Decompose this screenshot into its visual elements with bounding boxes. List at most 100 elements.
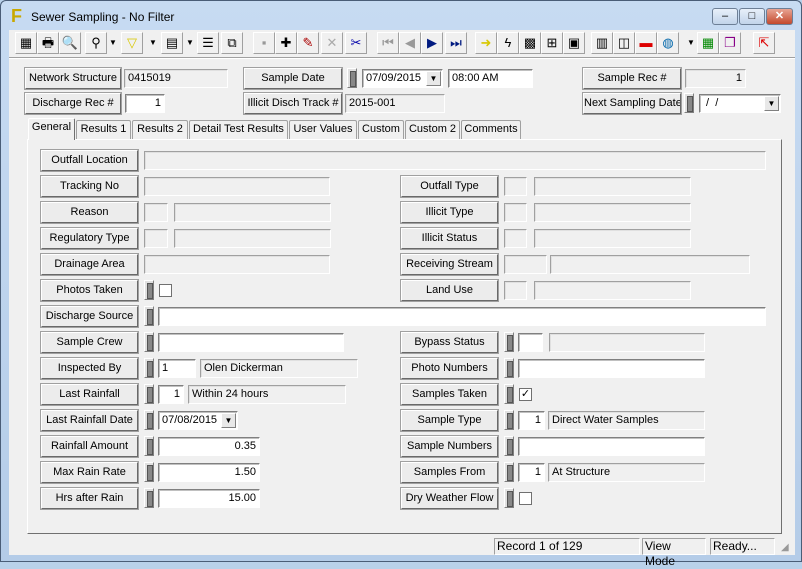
inspected-by-indicator[interactable] <box>144 358 154 378</box>
samples-from-code-field[interactable]: 1 <box>518 463 545 482</box>
tab-comments[interactable]: Comments <box>461 120 521 139</box>
last-rainfall-indicator[interactable] <box>144 384 154 404</box>
land-use-button[interactable]: Land Use <box>400 279 499 302</box>
rainfall-amount-indicator[interactable] <box>144 436 154 456</box>
toolbox-icon[interactable]: ▬ <box>635 32 657 54</box>
illicit-disch-track-button[interactable]: Illicit Disch Track # <box>243 92 343 115</box>
report-icon[interactable]: ▤ <box>161 32 183 54</box>
photos-taken-indicator[interactable] <box>144 280 154 300</box>
previous-record-icon[interactable]: ◀ <box>399 32 421 54</box>
maximize-button[interactable]: □ <box>739 8 765 25</box>
hrs-after-rain-value-field[interactable]: 15.00 <box>158 489 260 508</box>
dry-weather-flow-checkbox[interactable] <box>519 492 532 505</box>
resize-grip-icon[interactable]: ◢ <box>781 542 789 553</box>
goto-icon[interactable]: ➜ <box>475 32 497 54</box>
discharge-source-indicator[interactable] <box>144 306 154 326</box>
export-icon[interactable]: ⧉ <box>221 32 243 54</box>
chevron-down-icon[interactable]: ▼ <box>107 32 119 54</box>
photo-numbers-button[interactable]: Photo Numbers <box>400 357 499 380</box>
hrs-after-rain-button[interactable]: Hrs after Rain <box>40 487 139 510</box>
sample-crew-button[interactable]: Sample Crew <box>40 331 139 354</box>
properties-icon[interactable]: ☰ <box>197 32 219 54</box>
structure-icon[interactable]: ◫ <box>613 32 635 54</box>
rainfall-amount-button[interactable]: Rainfall Amount <box>40 435 139 458</box>
receiving-stream-button[interactable]: Receiving Stream <box>400 253 499 276</box>
illicit-status-button[interactable]: Illicit Status <box>400 227 499 250</box>
tab-detail-test-results[interactable]: Detail Test Results <box>189 120 288 139</box>
filter-icon[interactable]: ▽ <box>121 32 143 54</box>
close-button[interactable]: ✕ <box>766 8 793 25</box>
edit-icon[interactable]: ✎ <box>297 32 319 54</box>
help-book-icon[interactable]: ❐ <box>719 32 741 54</box>
last-rainfall-date-button[interactable]: Last Rainfall Date <box>40 409 139 432</box>
delete-icon[interactable]: ✕ <box>321 32 343 54</box>
photos-taken-checkbox[interactable] <box>159 284 172 297</box>
regulatory-type-button[interactable]: Regulatory Type <box>40 227 139 250</box>
next-record-icon[interactable]: ▶ <box>421 32 443 54</box>
sample-date-dropdown[interactable]: 07/09/2015 ▼ <box>362 69 443 88</box>
samples-from-indicator[interactable] <box>504 462 514 482</box>
tab-custom[interactable]: Custom <box>358 120 404 139</box>
network-structure-button[interactable]: Network Structure <box>24 67 122 90</box>
sample-numbers-button[interactable]: Sample Numbers <box>400 435 499 458</box>
photo-numbers-indicator[interactable] <box>504 358 514 378</box>
tab-results-2[interactable]: Results 2 <box>132 120 188 139</box>
tracking-no-button[interactable]: Tracking No <box>40 175 139 198</box>
cut-icon[interactable]: ✂ <box>345 32 367 54</box>
preview-icon[interactable]: 🔍 <box>59 32 81 54</box>
calculator-icon[interactable]: ▥ <box>591 32 613 54</box>
add-record-icon[interactable]: ✚ <box>275 32 297 54</box>
lightning-icon[interactable]: ϟ <box>497 32 519 54</box>
chevron-down-icon[interactable]: ▼ <box>184 32 196 54</box>
sample-rec-button[interactable]: Sample Rec # <box>582 67 682 90</box>
tab-user-values[interactable]: User Values <box>289 120 357 139</box>
samples-taken-checkbox[interactable]: ✓ <box>519 388 532 401</box>
sample-date-button[interactable]: Sample Date <box>243 67 343 90</box>
sample-crew-value-field[interactable] <box>158 333 344 352</box>
discharge-source-value-field[interactable] <box>158 307 766 326</box>
first-record-icon[interactable]: ⏮ <box>377 32 399 54</box>
last-rainfall-date-dropdown[interactable]: 07/08/2015 ▼ <box>158 411 238 430</box>
bypass-status-indicator[interactable] <box>504 332 514 352</box>
rainfall-amount-value-field[interactable]: 0.35 <box>158 437 260 456</box>
grid-icon[interactable]: ▦ <box>15 32 37 54</box>
tab-custom-2[interactable]: Custom 2 <box>405 120 460 139</box>
reason-button[interactable]: Reason <box>40 201 139 224</box>
dry-weather-flow-indicator[interactable] <box>504 488 514 508</box>
save-icon[interactable]: ▪ <box>253 32 275 54</box>
discharge-rec-button[interactable]: Discharge Rec # <box>24 92 122 115</box>
next-sampling-indicator[interactable] <box>684 93 694 113</box>
illicit-type-button[interactable]: Illicit Type <box>400 201 499 224</box>
discharge-rec-field[interactable]: 1 <box>125 94 165 113</box>
chevron-down-icon[interactable]: ▼ <box>147 32 159 54</box>
sample-time-field[interactable]: 08:00 AM <box>448 69 533 88</box>
network-icon[interactable]: ⊞ <box>541 32 563 54</box>
globe-icon[interactable]: ◍ <box>657 32 679 54</box>
drainage-area-button[interactable]: Drainage Area <box>40 253 139 276</box>
samples-from-button[interactable]: Samples From <box>400 461 499 484</box>
binoculars-icon[interactable]: ⚲ <box>85 32 107 54</box>
sample-type-indicator[interactable] <box>504 410 514 430</box>
chevron-down-icon[interactable]: ▼ <box>764 96 779 111</box>
tab-general[interactable]: General <box>28 118 75 140</box>
last-rainfall-date-indicator[interactable] <box>144 410 154 430</box>
bypass-status-button[interactable]: Bypass Status <box>400 331 499 354</box>
sample-type-button[interactable]: Sample Type <box>400 409 499 432</box>
exit-icon[interactable]: ⇱ <box>753 32 775 54</box>
sample-type-code-field[interactable]: 1 <box>518 411 545 430</box>
next-sampling-date-dropdown[interactable]: / / ▼ <box>699 94 781 113</box>
sample-date-indicator[interactable] <box>347 68 357 88</box>
minimize-button[interactable]: – <box>712 8 738 25</box>
last-rainfall-button[interactable]: Last Rainfall <box>40 383 139 406</box>
inspected-by-code-field[interactable]: 1 <box>158 359 196 378</box>
print-icon[interactable]: 🖶 <box>37 32 59 54</box>
chevron-down-icon[interactable]: ▼ <box>426 71 441 86</box>
camera-icon[interactable]: ▣ <box>563 32 585 54</box>
max-rain-rate-button[interactable]: Max Rain Rate <box>40 461 139 484</box>
next-sampling-date-button[interactable]: Next Sampling Date <box>582 92 682 115</box>
sample-numbers-indicator[interactable] <box>504 436 514 456</box>
max-rain-rate-indicator[interactable] <box>144 462 154 482</box>
hrs-after-rain-indicator[interactable] <box>144 488 154 508</box>
samples-taken-button[interactable]: Samples Taken <box>400 383 499 406</box>
last-rainfall-code-field[interactable]: 1 <box>158 385 184 404</box>
